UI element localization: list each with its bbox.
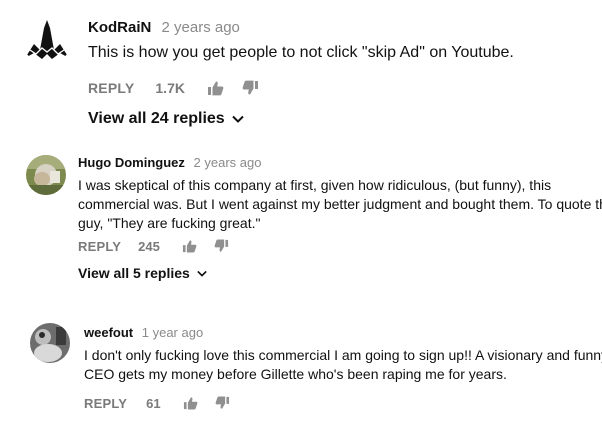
timestamp[interactable]: 2 years ago	[162, 19, 240, 36]
thumbs-down-icon[interactable]	[215, 396, 230, 410]
comment-1: KodRaiN 2 years ago This is how you get …	[0, 0, 602, 150]
thumbs-up-icon[interactable]	[183, 396, 198, 410]
comment-header: KodRaiN 2 years ago	[88, 19, 240, 36]
reply-button[interactable]: REPLY	[88, 80, 134, 96]
author-name[interactable]: weefout	[84, 325, 133, 340]
comment-text: I was skeptical of this company at first…	[78, 176, 602, 233]
thumbs-down-icon[interactable]	[242, 80, 259, 96]
timestamp[interactable]: 1 year ago	[142, 325, 203, 340]
comment-text-line: commercial was. But I went against my be…	[78, 196, 602, 212]
author-name[interactable]: Hugo Dominguez	[78, 155, 185, 170]
view-replies-label: View all 5 replies	[78, 265, 190, 281]
view-replies-button[interactable]: View all 5 replies	[78, 265, 207, 281]
author-name[interactable]: KodRaiN	[88, 19, 151, 36]
comment-3: weefout 1 year ago I don't only fucking …	[0, 300, 602, 423]
comment-header: Hugo Dominguez 2 years ago	[78, 155, 261, 170]
avatar[interactable]	[30, 323, 70, 363]
thumbs-down-icon[interactable]	[214, 239, 229, 253]
like-count: 245	[138, 238, 160, 254]
comment-text-line: I was skeptical of this company at first…	[78, 177, 552, 193]
comment-actions: REPLY 1.7K	[88, 78, 259, 98]
thumbs-up-icon[interactable]	[207, 80, 224, 96]
reply-button[interactable]: REPLY	[84, 396, 127, 411]
reply-button[interactable]: REPLY	[78, 239, 121, 254]
timestamp[interactable]: 2 years ago	[194, 155, 262, 170]
view-replies-label: View all 24 replies	[88, 110, 225, 127]
avatar[interactable]	[22, 14, 72, 64]
view-replies-button[interactable]: View all 24 replies	[88, 110, 244, 128]
comment-text: This is how you get people to not click …	[88, 44, 514, 61]
comment-2: Hugo Dominguez 2 years ago I was skeptic…	[0, 150, 602, 300]
avatar[interactable]	[26, 155, 66, 195]
comment-text-line: guy, "They are fucking great."	[78, 215, 261, 231]
chevron-down-icon	[225, 115, 244, 123]
comment-actions: REPLY 61	[84, 394, 230, 412]
comment-text-line: CEO gets my money before Gillette who's …	[84, 366, 507, 382]
like-count: 1.7K	[155, 80, 185, 96]
comment-text: I don't only fucking love this commercia…	[84, 346, 602, 384]
like-count: 61	[146, 395, 161, 411]
thumbs-up-icon[interactable]	[182, 239, 197, 253]
comment-actions: REPLY 245	[78, 237, 229, 255]
comment-header: weefout 1 year ago	[84, 325, 203, 340]
comment-text-line: I don't only fucking love this commercia…	[84, 347, 602, 363]
chevron-down-icon	[190, 270, 207, 277]
